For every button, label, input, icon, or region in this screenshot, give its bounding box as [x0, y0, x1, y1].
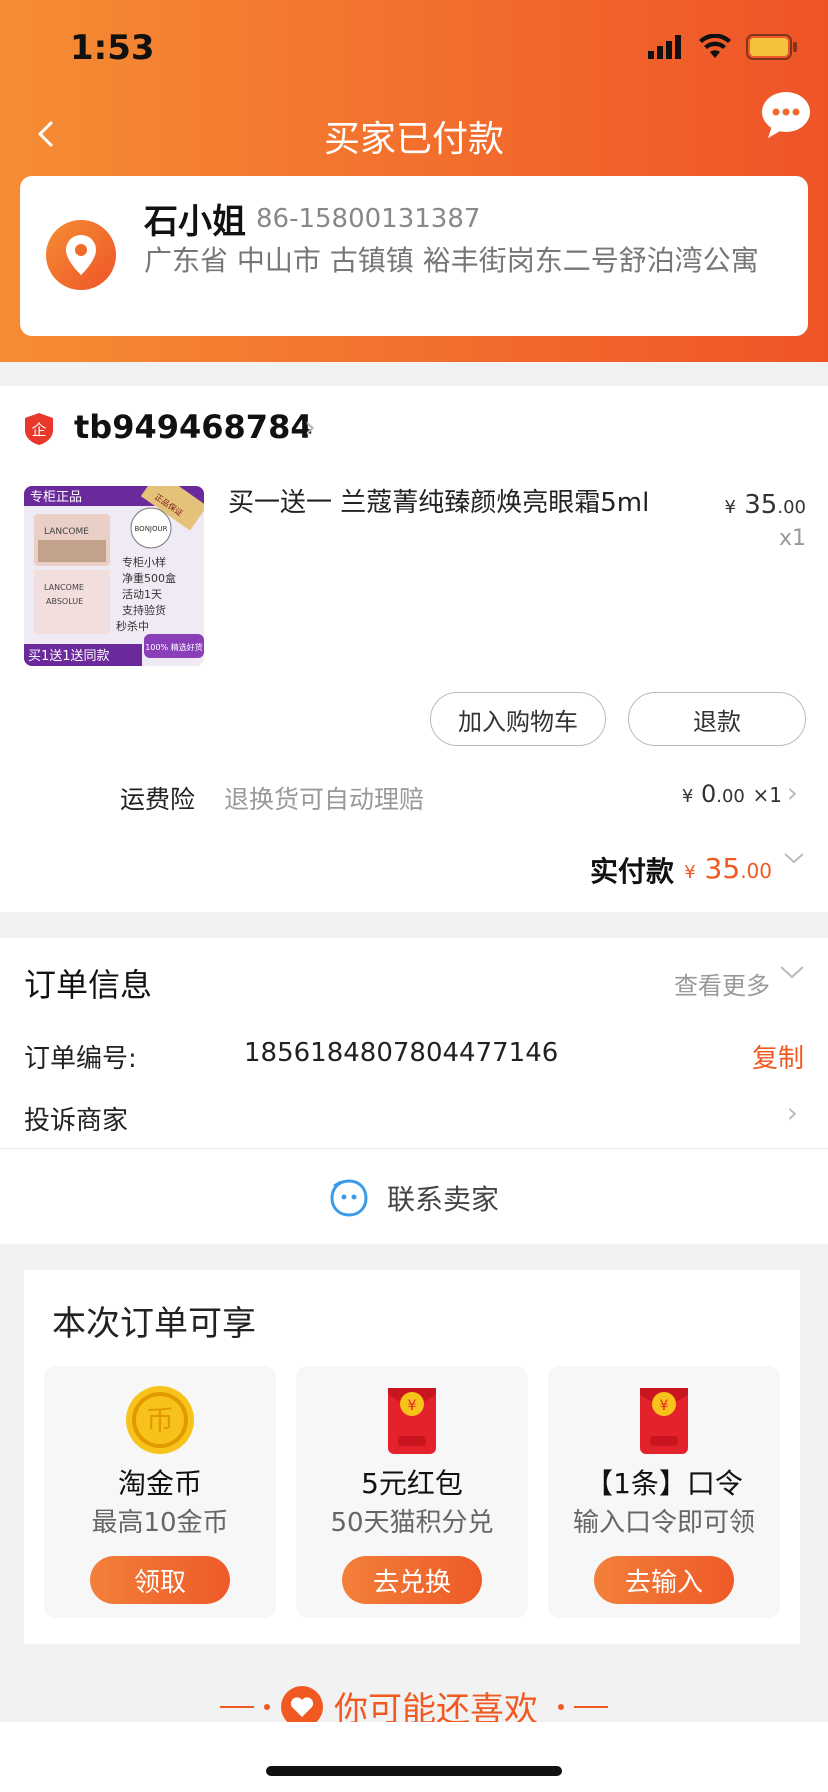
chevron-right-icon: › — [786, 1096, 798, 1129]
shipping-insurance-price[interactable]: ¥ 0.00 ×1 — [682, 780, 782, 808]
chat-face-icon — [330, 1179, 368, 1217]
benefit-name: 【1条】口令 — [585, 1467, 743, 1500]
exchange-button[interactable]: 去兑换 — [342, 1556, 482, 1604]
contact-seller-label: 联系卖家 — [386, 1183, 499, 1216]
recipient-name: 石小姐 — [144, 202, 246, 242]
price-symbol: ¥ — [724, 497, 736, 518]
benefit-subtitle: 最高10金币 — [91, 1508, 229, 1538]
dash-decoration — [220, 1705, 254, 1708]
ins-dec: .00 — [716, 786, 745, 807]
svg-text:¥: ¥ — [660, 1398, 669, 1414]
product-image-line-5: 秒杀中 — [116, 619, 149, 633]
benefit-item[interactable]: ¥ 【1条】口令 输入口令即可领 去输入 — [548, 1366, 780, 1618]
shop-name[interactable]: tb949468784 — [74, 408, 313, 446]
svg-text:企: 企 — [31, 421, 46, 439]
product-image-badge: BONJOUR — [135, 525, 168, 533]
order-number: 1856184807804477146 — [244, 1038, 559, 1068]
chevron-right-icon: › — [786, 776, 798, 809]
paid-symbol: ¥ — [684, 862, 696, 883]
recipient-address: 广东省 中山市 古镇镇 裕丰街岗东二号舒泊湾公寓 — [144, 244, 759, 277]
product-image[interactable]: 专柜正品 正品保证 LANCOME LANCOME ABSOLUE BONJOU… — [24, 486, 204, 666]
product-image-line: ABSOLUE — [46, 597, 83, 606]
status-time: 1:53 — [70, 28, 155, 68]
location-pin-icon — [46, 220, 116, 290]
claim-button[interactable]: 领取 — [90, 1556, 230, 1604]
complain-merchant-link[interactable]: 投诉商家 — [24, 1100, 128, 1137]
paid-dec: .00 — [740, 859, 772, 883]
product-image-brand: LANCOME — [44, 527, 89, 537]
copy-button[interactable]: 复制 — [752, 1038, 804, 1075]
refund-button[interactable]: 退款 — [628, 692, 806, 746]
bottom-area — [0, 1722, 828, 1792]
product-image-line-1: 专柜小样 — [122, 555, 166, 569]
view-more-link[interactable]: 查看更多 — [674, 966, 770, 1001]
price-dec: .00 — [777, 497, 806, 518]
status-icons — [648, 34, 798, 60]
benefit-name: 淘金币 — [117, 1467, 202, 1500]
dot-decoration — [264, 1703, 270, 1710]
chevron-down-icon[interactable] — [778, 958, 806, 993]
product-price: ¥ 35.00 — [725, 490, 806, 520]
benefit-subtitle: 输入口令即可领 — [572, 1508, 755, 1538]
chevron-right-icon: › — [304, 410, 316, 445]
input-code-button[interactable]: 去输入 — [594, 1556, 734, 1604]
product-image-line-4: 支持验货 — [122, 603, 166, 617]
ins-symbol: ¥ — [681, 786, 694, 807]
page-title: 买家已付款 — [323, 119, 504, 160]
product-image-line-2: 净重500盒 — [122, 571, 176, 585]
price-int: 35 — [744, 490, 778, 520]
add-to-cart-button[interactable]: 加入购物车 — [430, 692, 606, 746]
nav-bar: 买家已付款 — [0, 92, 828, 180]
chat-bubble-icon — [762, 92, 810, 138]
benefit-item[interactable]: 币 淘金币 最高10金币 领取 — [44, 1366, 276, 1618]
paid-int: 35 — [704, 852, 741, 885]
red-envelope-icon: ¥ — [296, 1384, 528, 1456]
shipping-insurance-desc: 退换货可自动理赔 — [224, 785, 425, 814]
benefits-title: 本次订单可享 — [52, 1304, 256, 1344]
shipping-insurance-label: 运费险 — [120, 785, 196, 814]
ins-int: 0 — [700, 780, 717, 808]
product-image-corner: 100% 精选好货 — [145, 642, 202, 652]
paid-amount: ¥ 35.00 — [684, 852, 772, 885]
benefits-card: 本次订单可享 币 淘金币 最高10金币 领取 ¥ 5元红包 50天猫积分兑 去兑… — [24, 1270, 800, 1644]
red-envelope-icon: ¥ — [548, 1384, 780, 1456]
benefit-subtitle: 50天猫积分兑 — [330, 1508, 494, 1538]
chevron-down-icon[interactable] — [782, 846, 806, 877]
order-number-label: 订单编号: — [24, 1044, 137, 1074]
product-title[interactable]: 买一送一 兰蔻菁纯臻颜焕亮眼霜5ml — [228, 486, 688, 520]
message-button[interactable] — [758, 88, 814, 144]
order-card: 企 tb949468784 › 专柜正品 正品保证 LANCOME LANCOM… — [0, 386, 828, 912]
wifi-icon — [699, 34, 731, 58]
paid-label: 实付款 — [589, 855, 674, 888]
coin-icon: 币 — [44, 1384, 276, 1456]
contact-seller-button[interactable]: 联系卖家 — [0, 1178, 828, 1218]
product-image-top-banner: 专柜正品 — [30, 490, 82, 505]
recipient-phone: 86-15800131387 — [256, 204, 481, 234]
shop-badge-icon: 企 — [24, 412, 54, 446]
ins-qty: ×1 — [752, 783, 782, 807]
signal-icon — [648, 35, 681, 59]
product-image-line-3: 活动1天 — [122, 588, 162, 601]
benefit-name: 5元红包 — [361, 1467, 463, 1500]
product-quantity: x1 — [778, 526, 806, 551]
svg-text:LANCOME: LANCOME — [44, 583, 84, 592]
address-card[interactable]: 石小姐 86-15800131387 广东省 中山市 古镇镇 裕丰街岗东二号舒泊… — [20, 176, 808, 336]
svg-text:币: 币 — [146, 1404, 174, 1437]
battery-icon — [746, 34, 797, 60]
dash-decoration — [574, 1705, 608, 1708]
divider — [0, 1148, 828, 1149]
benefit-item[interactable]: ¥ 5元红包 50天猫积分兑 去兑换 — [296, 1366, 528, 1618]
svg-text:¥: ¥ — [408, 1398, 417, 1414]
dot-decoration — [558, 1703, 564, 1710]
order-info-title: 订单信息 — [24, 966, 153, 1004]
order-info-card: 订单信息 查看更多 订单编号: 1856184807804477146 复制 投… — [0, 938, 828, 1244]
product-image-bottom-banner: 买1送1送同款 — [28, 649, 110, 664]
home-indicator[interactable] — [266, 1766, 562, 1776]
status-bar: 1:53 — [0, 0, 828, 100]
